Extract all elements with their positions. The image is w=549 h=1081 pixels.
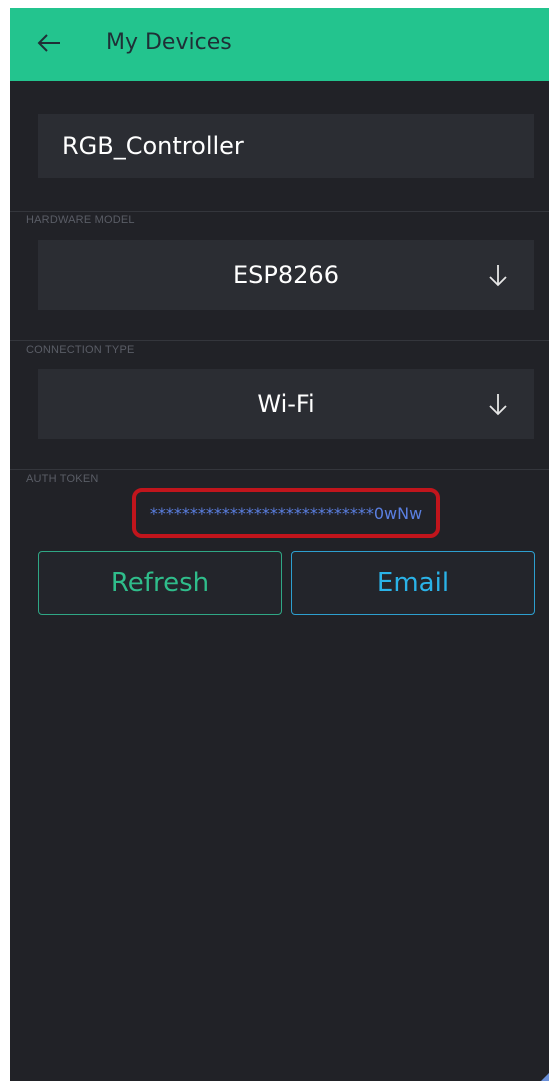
device-settings-screen: My Devices RGB_Controller HARDWARE MODEL… xyxy=(10,8,549,1081)
app-bar: My Devices xyxy=(10,8,549,81)
device-name-input[interactable]: RGB_Controller xyxy=(38,114,534,178)
email-button[interactable]: Email xyxy=(291,551,535,615)
arrow-left-icon[interactable] xyxy=(34,28,64,58)
connection-type-select[interactable]: Wi-Fi xyxy=(38,369,534,439)
divider xyxy=(10,211,549,212)
auth-token-value[interactable]: ****************************0wNw xyxy=(132,488,440,538)
divider xyxy=(10,340,549,341)
resize-corner-icon xyxy=(538,1069,549,1081)
auth-token-label: AUTH TOKEN xyxy=(26,473,99,485)
arrow-down-icon xyxy=(484,261,512,289)
hardware-model-label: HARDWARE MODEL xyxy=(26,214,135,226)
connection-type-label: CONNECTION TYPE xyxy=(26,344,135,356)
page-title: My Devices xyxy=(106,30,232,55)
connection-type-value: Wi-Fi xyxy=(257,390,315,418)
hardware-model-value: ESP8266 xyxy=(233,261,339,289)
refresh-button[interactable]: Refresh xyxy=(38,551,282,615)
divider xyxy=(10,469,549,470)
hardware-model-select[interactable]: ESP8266 xyxy=(38,240,534,310)
arrow-down-icon xyxy=(484,390,512,418)
